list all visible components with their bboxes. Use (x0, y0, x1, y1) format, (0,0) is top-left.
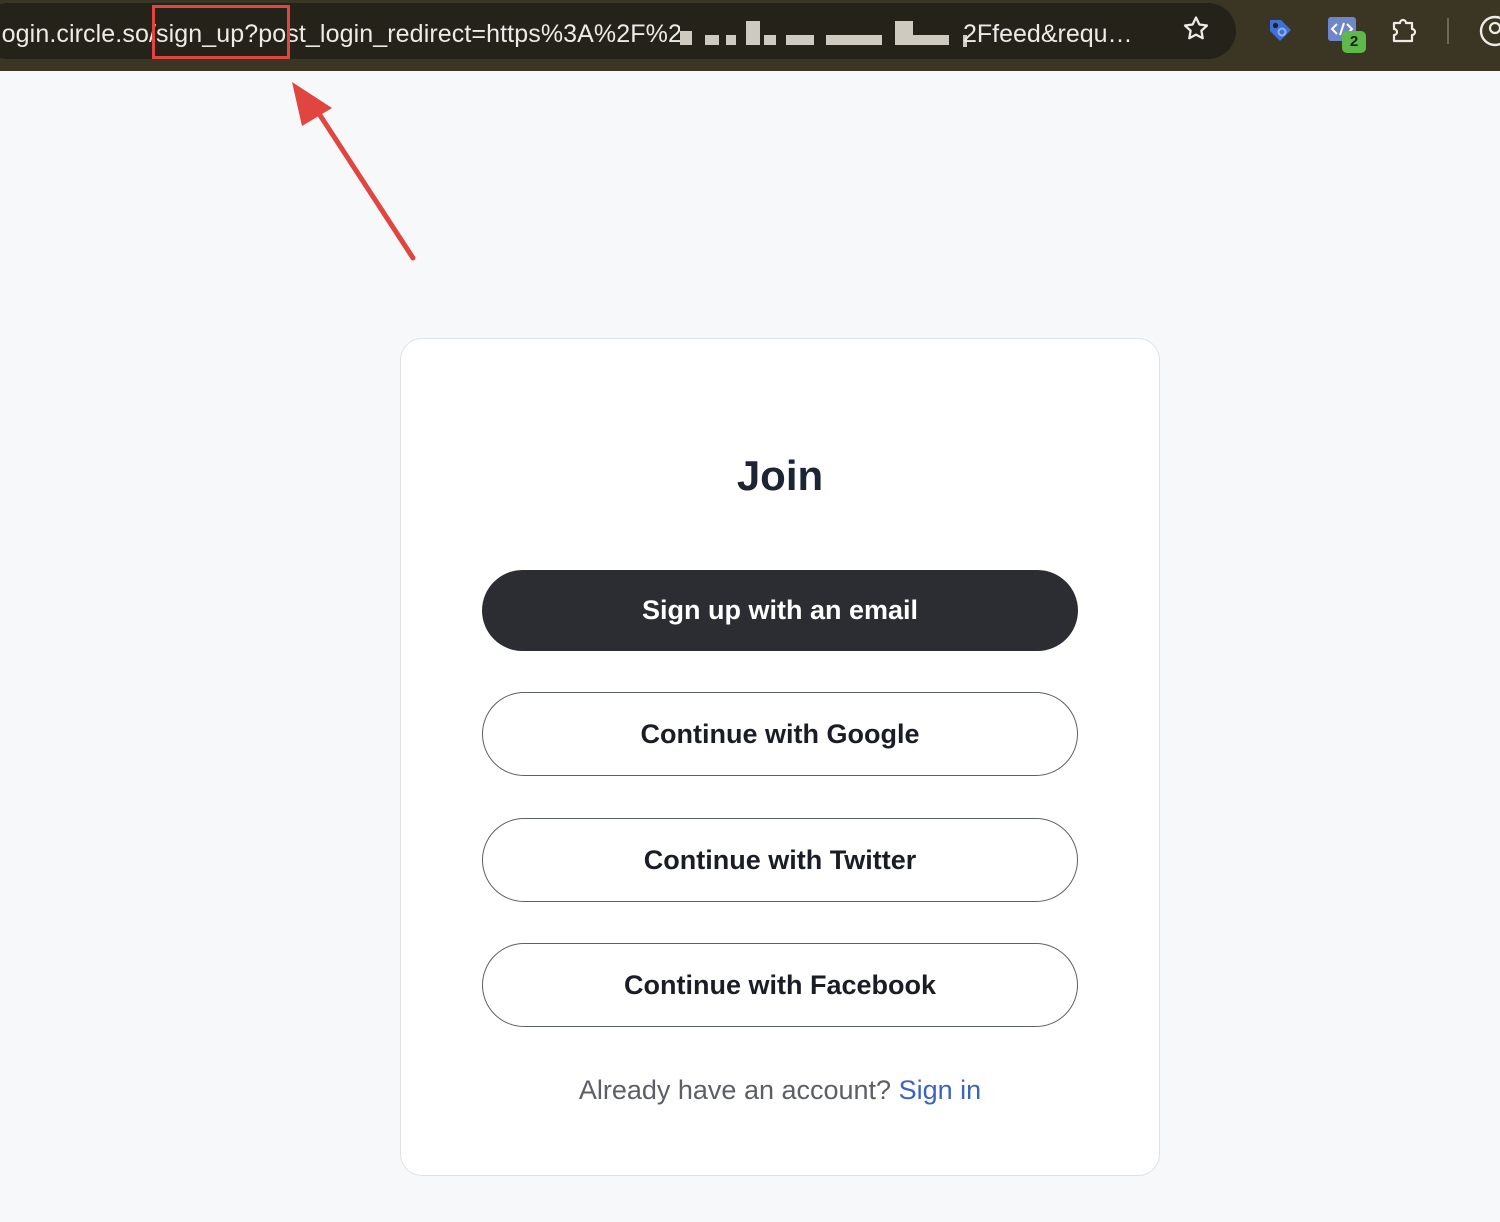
signin-row: Already have an account? Sign in (400, 1072, 1160, 1108)
google-signup-button[interactable]: Continue with Google (482, 692, 1078, 776)
facebook-signup-button[interactable]: Continue with Facebook (482, 943, 1078, 1027)
annotation-arrow-icon (292, 82, 416, 261)
extension-badge: 2 (1342, 31, 1366, 53)
email-signup-button[interactable]: Sign up with an email (482, 570, 1078, 651)
url-tail-text[interactable]: 2Ffeed&requ… (963, 17, 1133, 51)
profile-icon[interactable] (1478, 14, 1500, 48)
puzzle-icon[interactable] (1389, 14, 1421, 46)
tag-extension-icon[interactable] (1264, 14, 1296, 46)
signin-link[interactable]: Sign in (899, 1075, 982, 1105)
annotation-highlight-box (152, 5, 290, 59)
page-title: Join (736, 452, 824, 499)
toolbar-divider (1447, 18, 1449, 44)
signin-prompt: Already have an account? (578, 1075, 892, 1105)
url-text[interactable]: login.circle.so/sign_up?post_login_redir… (0, 17, 682, 51)
url-redacted-region (680, 17, 967, 49)
star-icon[interactable] (1181, 14, 1211, 44)
twitter-signup-button[interactable]: Continue with Twitter (482, 818, 1078, 902)
